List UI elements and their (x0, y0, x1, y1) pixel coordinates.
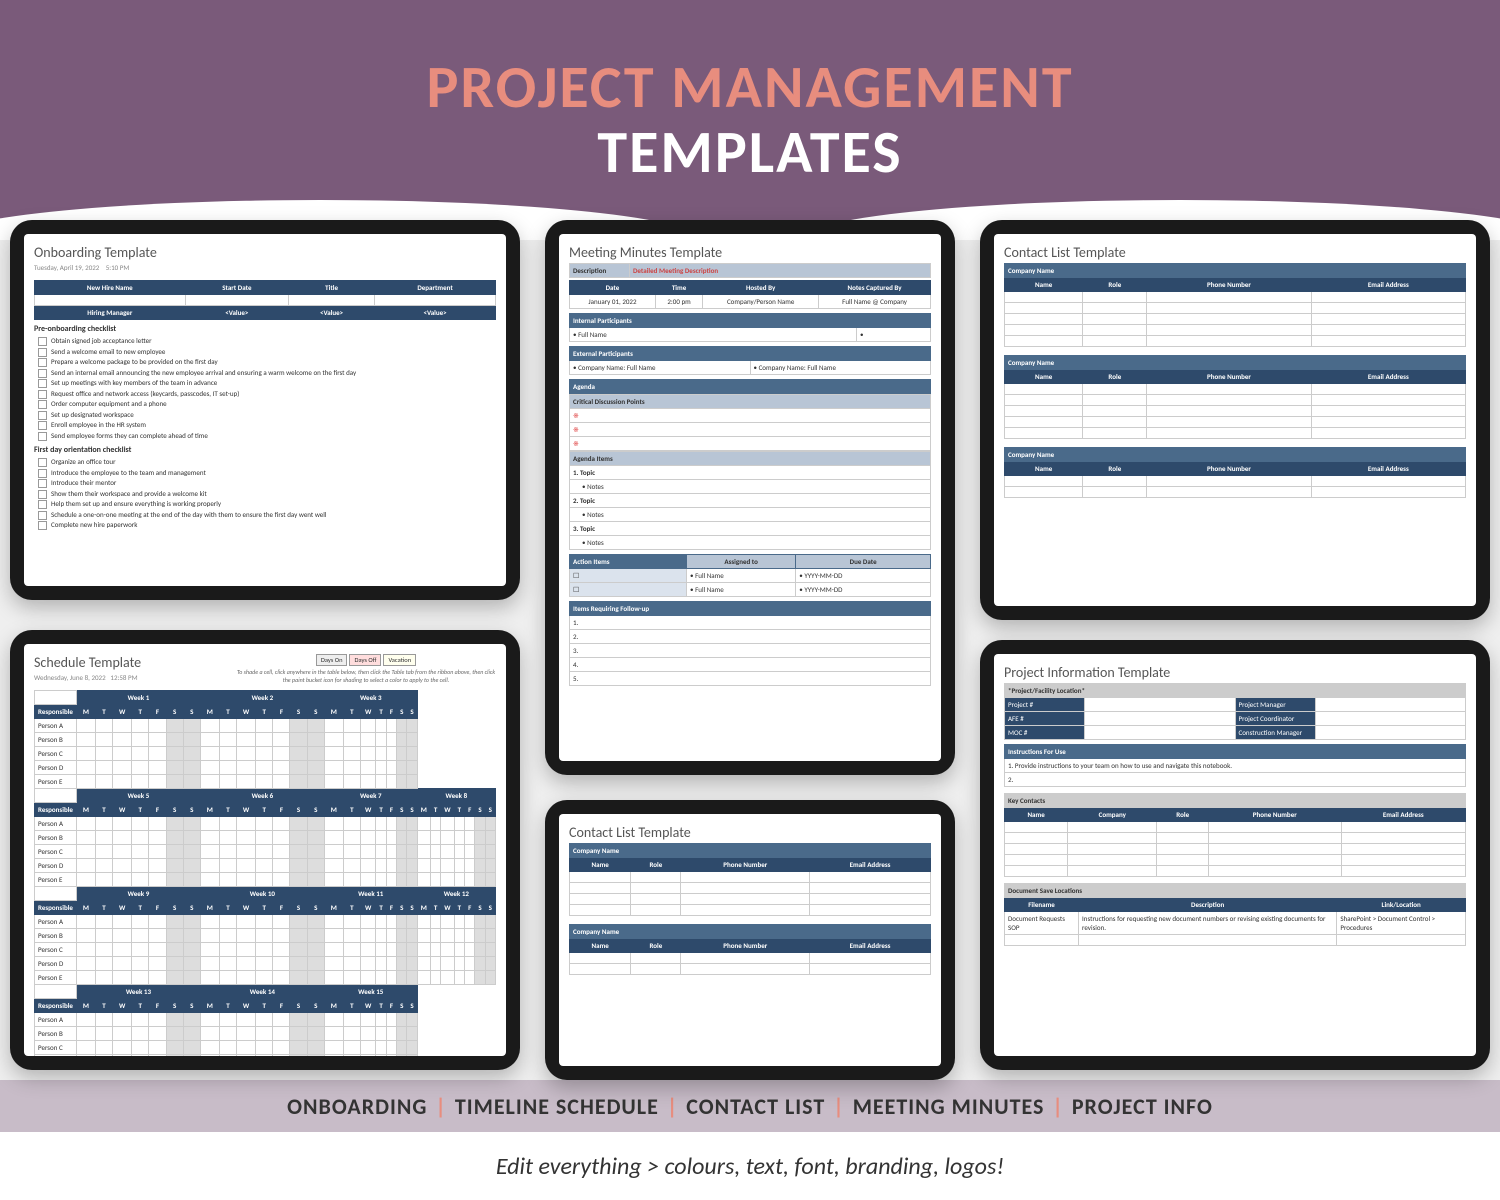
hero: PROJECT MANAGEMENT TEMPLATES (0, 0, 1500, 240)
tablet-contact1: Contact List Template Company Name NameR… (980, 220, 1490, 620)
onb-list1: Obtain signed job acceptance letterSend … (38, 336, 496, 441)
onb-sect1: Pre-onboarding checklist (34, 324, 496, 334)
tablet-schedule: Schedule Template Wednesday, June 8, 202… (10, 630, 520, 1070)
hero-line1: PROJECT MANAGEMENT (426, 51, 1073, 124)
tablet-onboarding: Onboarding Template Tuesday, April 19, 2… (10, 220, 520, 600)
onb-list2: Organize an office tourIntroduce the emp… (38, 457, 496, 531)
tablet-meeting: Meeting Minutes Template DescriptionDeta… (545, 220, 955, 775)
banner: ONBOARDING| TIMELINE SCHEDULE| CONTACT L… (0, 1080, 1500, 1132)
onb-header-table: New Hire NameStart DateTitleDepartment H… (34, 280, 496, 320)
schedule-table: Week 1Week 2Week 3ResponsibleMTWTFSSMTWT… (34, 690, 496, 1056)
stage: Onboarding Template Tuesday, April 19, 2… (0, 240, 1500, 1080)
hero-line2: TEMPLATES (597, 116, 902, 189)
onb-title: Onboarding Template (34, 244, 496, 261)
tagline: Edit everything > colours, text, font, b… (0, 1132, 1500, 1200)
onb-sect2: First day orientation checklist (34, 445, 496, 455)
sch-legend: Days OnDays OffVacation (236, 654, 496, 666)
tablet-project: Project Information Template *Project/Fa… (980, 640, 1490, 1070)
cl2-block: Company Name NameRolePhone NumberEmail A… (569, 843, 931, 916)
tablet-contact2: Contact List Template Company Name NameR… (545, 800, 955, 1080)
